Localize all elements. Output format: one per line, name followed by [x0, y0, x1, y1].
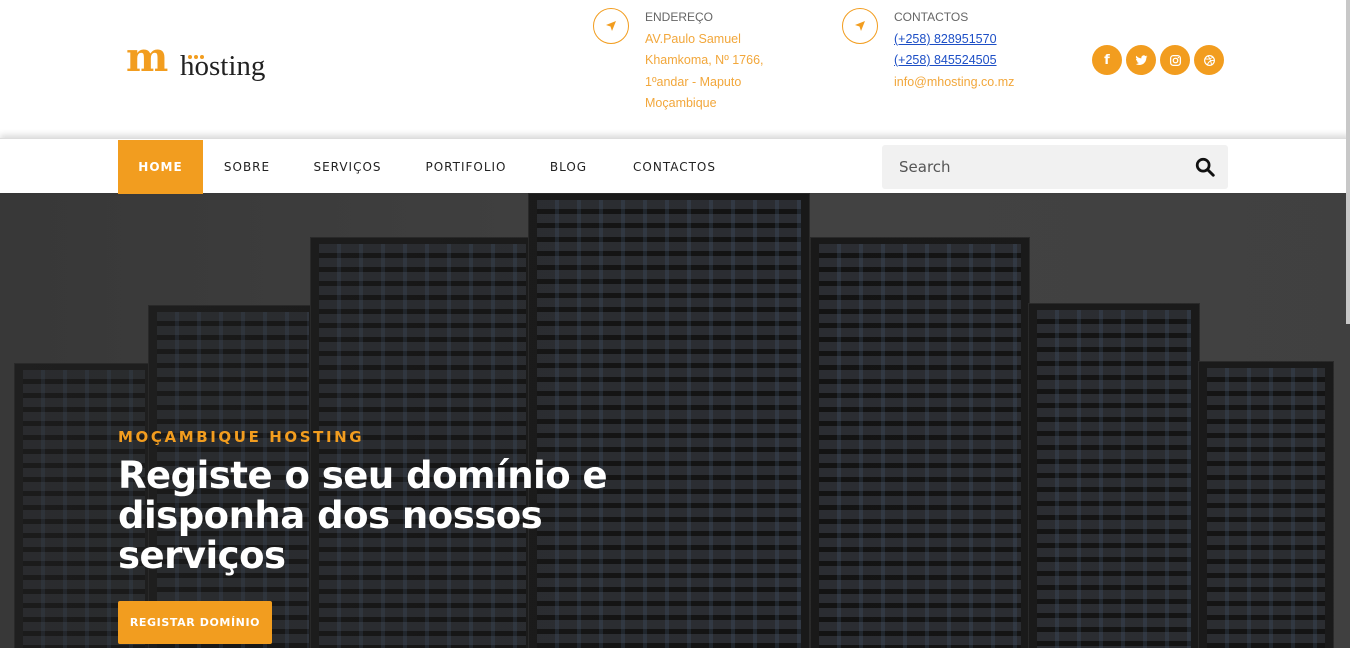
- address-line: 1ºandar - Maputo: [645, 75, 742, 89]
- hero-banner: MOÇAMBIQUE HOSTING Registe o seu domínio…: [0, 193, 1350, 648]
- contacts-block: CONTACTOS (+258) 828951570 (+258) 845524…: [842, 8, 1042, 108]
- dribbble-icon[interactable]: [1194, 45, 1224, 75]
- location-arrow-icon: [842, 8, 878, 44]
- facebook-icon[interactable]: f: [1092, 45, 1122, 75]
- nav-item-blog[interactable]: BLOG: [528, 140, 609, 194]
- site-logo[interactable]: m hosting: [126, 34, 296, 92]
- contacts-title: CONTACTOS: [894, 10, 969, 24]
- phone-link[interactable]: (+258) 828951570: [894, 32, 997, 46]
- address-block: ENDEREÇO AV.Paulo Samuel Khamkoma, Nº 17…: [593, 8, 793, 128]
- location-arrow-icon: [593, 8, 629, 44]
- social-links: f: [1092, 45, 1224, 75]
- hero-overlay: [0, 193, 1350, 648]
- register-domain-button[interactable]: REGISTAR DOMÍNIO: [118, 601, 272, 644]
- email-text[interactable]: info@mhosting.co.mz: [894, 75, 1014, 89]
- search-icon[interactable]: [1194, 156, 1216, 178]
- address-title: ENDEREÇO: [645, 10, 714, 24]
- phone-link[interactable]: (+258) 845524505: [894, 53, 997, 67]
- top-header: m hosting ENDEREÇO AV.Paulo Samuel Khamk…: [0, 0, 1350, 138]
- logo-text: hosting: [180, 50, 266, 82]
- address-line: Khamkoma, Nº 1766,: [645, 53, 764, 67]
- nav-item-sobre[interactable]: SOBRE: [203, 140, 291, 194]
- hero-title: Registe o seu domínio e disponha dos nos…: [118, 454, 608, 577]
- instagram-icon[interactable]: [1160, 45, 1190, 75]
- hero-subtitle: MOÇAMBIQUE HOSTING: [118, 428, 365, 446]
- main-nav: HOME SOBRE SERVIÇOS PORTIFOLIO BLOG CONT…: [0, 138, 1350, 194]
- scrollbar[interactable]: [1346, 0, 1350, 324]
- twitter-icon[interactable]: [1126, 45, 1156, 75]
- logo-mark: m: [126, 34, 168, 81]
- search-box: [882, 145, 1228, 189]
- search-input[interactable]: [882, 145, 1182, 189]
- nav-item-home[interactable]: HOME: [118, 140, 203, 194]
- address-line: AV.Paulo Samuel: [645, 32, 741, 46]
- nav-item-contactos[interactable]: CONTACTOS: [609, 140, 740, 194]
- address-line: Moçambique: [645, 96, 717, 110]
- nav-item-portifolio[interactable]: PORTIFOLIO: [404, 140, 528, 194]
- nav-item-servicos[interactable]: SERVIÇOS: [291, 140, 404, 194]
